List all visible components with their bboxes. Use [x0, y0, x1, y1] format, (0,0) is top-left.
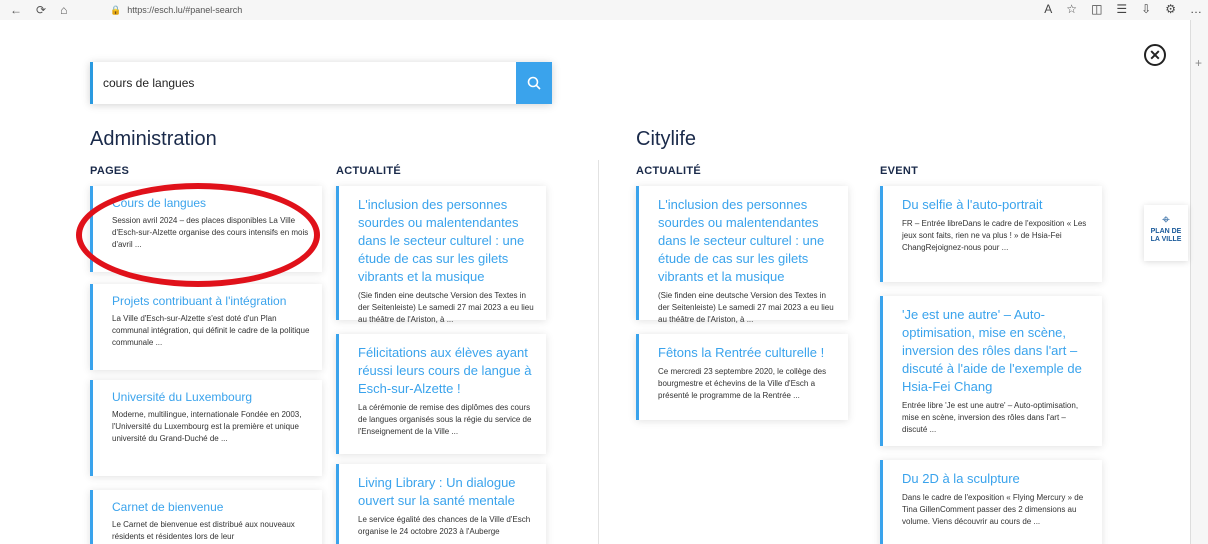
reload-icon[interactable]: ⟳ — [36, 3, 46, 17]
read-aloud-icon[interactable]: A — [1044, 2, 1052, 16]
result-desc: Le Carnet de bienvenue est distribué aux… — [112, 520, 295, 541]
result-title[interactable]: Living Library : Un dialogue ouvert sur … — [358, 474, 534, 510]
result-title[interactable]: Projets contribuant à l'intégration — [112, 294, 310, 309]
browser-nav: ← ⟳ ⌂ — [0, 3, 110, 17]
result-desc: Dans le cadre de l'exposition « Flying M… — [902, 493, 1084, 526]
search-button[interactable] — [516, 62, 552, 104]
citylife-title: Citylife — [636, 128, 697, 150]
result-title[interactable]: 'Je est une autre' – Auto-optimisation, … — [902, 306, 1090, 396]
result-desc: FR – Entrée libreDans le cadre de l'expo… — [902, 219, 1087, 252]
more-icon[interactable]: … — [1190, 2, 1202, 16]
list-item[interactable]: 'Je est une autre' – Auto-optimisation, … — [880, 296, 1102, 446]
city-map-label-1: PLAN DE — [1150, 228, 1182, 235]
city-map-button[interactable]: ⌖ PLAN DE LA VILLE — [1144, 205, 1188, 261]
result-desc: (Sie finden eine deutsche Version des Te… — [358, 291, 534, 324]
result-desc: La cérémonie de remise des diplômes des … — [358, 403, 532, 436]
list-item[interactable]: Félicitations aux élèves ayant réussi le… — [336, 334, 546, 454]
list-item[interactable]: Cours de langues Session avril 2024 – de… — [90, 186, 322, 272]
list-item[interactable]: Du 2D à la sculpture Dans le cadre de l'… — [880, 460, 1102, 544]
result-title[interactable]: Carnet de bienvenue — [112, 500, 310, 515]
result-title[interactable]: Félicitations aux élèves ayant réussi le… — [358, 344, 534, 398]
browser-actions: A ☆ ◫ ☰ ⇩ ⚙ … — [1044, 2, 1202, 16]
lock-icon: 🔒 — [110, 4, 122, 15]
add-icon[interactable]: + — [1195, 56, 1202, 70]
back-icon[interactable]: ← — [10, 3, 22, 17]
browser-sidebar: + — [1190, 20, 1208, 544]
list-item[interactable]: Fêtons la Rentrée culturelle ! Ce mercre… — [636, 334, 848, 420]
result-desc: Ce mercredi 23 septembre 2020, le collèg… — [658, 367, 827, 400]
result-title[interactable]: Université du Luxembourg — [112, 390, 310, 405]
result-desc: Session avril 2024 – des places disponib… — [112, 216, 309, 249]
search-box — [90, 62, 552, 104]
result-desc: Le service égalité des chances de la Vil… — [358, 515, 531, 536]
extension-icon[interactable]: ⇩ — [1141, 2, 1151, 16]
close-icon: ✕ — [1149, 46, 1161, 63]
collections-icon[interactable]: ⚙ — [1165, 2, 1176, 16]
home-icon[interactable]: ⌂ — [60, 3, 67, 17]
result-title[interactable]: Cours de langues — [112, 196, 310, 211]
url-text: https://esch.lu/#panel-search — [127, 5, 243, 15]
result-desc: Entrée libre 'Je est une autre' – Auto-o… — [902, 401, 1079, 434]
result-title[interactable]: L'inclusion des personnes sourdes ou mal… — [358, 196, 534, 286]
administration-title: Administration — [90, 128, 217, 150]
list-item[interactable]: Carnet de bienvenue Le Carnet de bienven… — [90, 490, 322, 544]
address-bar[interactable]: 🔒 https://esch.lu/#panel-search — [110, 5, 242, 16]
result-desc: Moderne, multilingue, internationale Fon… — [112, 410, 302, 443]
search-icon — [527, 76, 541, 90]
pages-heading: PAGES — [90, 165, 130, 177]
result-title[interactable]: Fêtons la Rentrée culturelle ! — [658, 344, 836, 362]
list-item[interactable]: Du selfie à l'auto-portrait FR – Entrée … — [880, 186, 1102, 282]
section-divider — [598, 160, 599, 544]
search-input[interactable] — [93, 62, 516, 104]
result-title[interactable]: Du 2D à la sculpture — [902, 470, 1090, 488]
city-map-label-2: LA VILLE — [1150, 236, 1182, 243]
close-search-button[interactable]: ✕ — [1144, 44, 1166, 66]
citylife-actualite-heading: ACTUALITÉ — [636, 165, 702, 177]
favorite-icon[interactable]: ☆ — [1066, 2, 1077, 16]
event-heading: EVENT — [880, 165, 919, 177]
result-title[interactable]: L'inclusion des personnes sourdes ou mal… — [658, 196, 836, 286]
favorites-bar-icon[interactable]: ☰ — [1116, 2, 1127, 16]
map-pin-icon: ⌖ — [1162, 211, 1170, 227]
result-desc: La Ville d'Esch-sur-Alzette s'est doté d… — [112, 314, 310, 347]
admin-actualite-heading: ACTUALITÉ — [336, 165, 402, 177]
result-desc: (Sie finden eine deutsche Version des Te… — [658, 291, 834, 324]
list-item[interactable]: Université du Luxembourg Moderne, multil… — [90, 380, 322, 476]
list-item[interactable]: L'inclusion des personnes sourdes ou mal… — [636, 186, 848, 324]
browser-toolbar: ← ⟳ ⌂ 🔒 https://esch.lu/#panel-search A … — [0, 0, 1208, 20]
list-item[interactable]: Living Library : Un dialogue ouvert sur … — [336, 464, 546, 544]
list-item[interactable]: Projets contribuant à l'intégration La V… — [90, 284, 322, 370]
split-screen-icon[interactable]: ◫ — [1091, 2, 1102, 16]
list-item[interactable]: L'inclusion des personnes sourdes ou mal… — [336, 186, 546, 324]
result-title[interactable]: Du selfie à l'auto-portrait — [902, 196, 1090, 214]
